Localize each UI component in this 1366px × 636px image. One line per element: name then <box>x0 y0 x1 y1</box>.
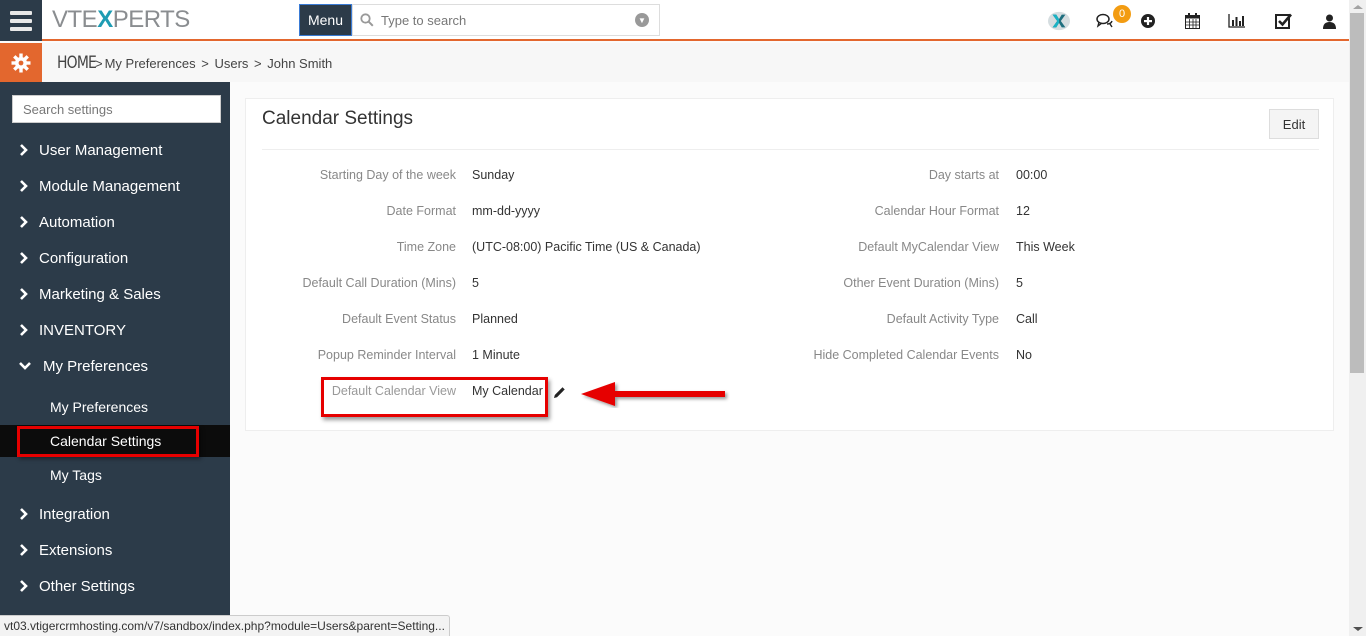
field-label-starting-day: Starting Day of the week <box>319 168 456 182</box>
vtexperts-logo[interactable]: VTEXPERTS <box>52 7 190 33</box>
chevron-right-icon <box>19 508 33 520</box>
sidebar-subitem-calendar-settings[interactable]: Calendar Settings <box>0 425 230 457</box>
sidebar-item-module-management[interactable]: Module Management <box>0 171 230 201</box>
field-label-call-duration: Default Call Duration (Mins) <box>302 276 456 290</box>
sidebar-item-extensions[interactable]: Extensions <box>0 535 230 565</box>
chevron-right-icon <box>19 144 33 156</box>
sidebar-subitem-my-tags[interactable]: My Tags <box>0 459 230 491</box>
field-value-mycalendar-view: This Week <box>1016 240 1075 254</box>
breadcrumb-item-my-preferences[interactable]: My Preferences <box>105 56 196 71</box>
field-label-event-status: Default Event Status <box>342 312 456 326</box>
breadcrumb-item-user-name: John Smith <box>267 56 333 71</box>
breadcrumb-item-users[interactable]: Users <box>214 56 248 71</box>
annotation-arrow-icon <box>580 382 730 413</box>
pencil-edit-icon[interactable] <box>553 386 565 404</box>
field-label-hide-completed: Hide Completed Calendar Events <box>813 348 999 362</box>
sidebar-item-user-management[interactable]: User Management <box>0 135 230 165</box>
chevron-right-icon <box>19 324 33 336</box>
field-value-day-starts-at: 00:00 <box>1016 168 1048 182</box>
sidebar-item-integration[interactable]: Integration <box>0 499 230 529</box>
sidebar-item-label: Configuration <box>39 249 129 267</box>
field-value-hour-format: 12 <box>1016 204 1030 218</box>
field-value-default-calendar-view[interactable]: My Calendar <box>472 384 543 398</box>
sidebar-item-inventory[interactable]: INVENTORY <box>0 315 230 345</box>
chevron-right-icon <box>19 252 33 264</box>
field-value-date-format: mm-dd-yyyy <box>472 204 541 218</box>
field-label-default-calendar-view: Default Calendar View <box>331 384 456 398</box>
sidebar-item-label: Integration <box>39 505 110 523</box>
search-dropdown-icon[interactable]: ▼ <box>635 13 649 27</box>
sidebar-item-label: Marketing & Sales <box>39 285 161 303</box>
breadcrumb-separator: > <box>250 56 266 71</box>
breadcrumb-separator: > <box>197 56 213 71</box>
settings-search-input[interactable] <box>12 95 221 123</box>
menu-button[interactable]: Menu <box>299 4 352 36</box>
chevron-down-icon <box>19 361 33 371</box>
tasks-icon[interactable] <box>1273 10 1295 32</box>
divider <box>262 149 1319 150</box>
sidebar-item-my-preferences[interactable]: My Preferences <box>0 351 230 381</box>
sidebar-item-configuration[interactable]: Configuration <box>0 243 230 273</box>
field-label-other-event-duration: Other Event Duration (Mins) <box>843 276 999 290</box>
field-label-mycalendar-view: Default MyCalendar View <box>858 240 999 254</box>
field-value-starting-day: Sunday <box>472 168 515 182</box>
chevron-right-icon <box>19 216 33 228</box>
vertical-scrollbar[interactable] <box>1349 0 1366 636</box>
chevron-right-icon <box>19 288 33 300</box>
scroll-down-arrow-icon[interactable] <box>1353 627 1363 631</box>
breadcrumb: HOME > My Preferences > Users > John Smi… <box>57 53 332 73</box>
field-value-reminder-interval: 1 Minute <box>472 348 520 362</box>
sidebar-item-label: INVENTORY <box>39 321 126 339</box>
field-value-hide-completed: No <box>1016 348 1032 362</box>
field-label-day-starts-at: Day starts at <box>928 168 999 182</box>
status-bar-url: vt03.vtigercrmhosting.com/v7/sandbox/ind… <box>0 615 450 636</box>
sidebar-item-label: Other Settings <box>39 577 135 595</box>
sidebar-item-marketing-sales[interactable]: Marketing & Sales <box>0 279 230 309</box>
add-icon[interactable] <box>1137 10 1159 32</box>
global-search-input[interactable] <box>381 12 635 28</box>
settings-sidebar: User Management Module Management Automa… <box>0 82 230 636</box>
field-value-time-zone: (UTC-08:00) Pacific Time (US & Canada) <box>472 240 701 254</box>
calendar-settings-panel: Calendar Settings Edit Starting Day of t… <box>245 98 1334 431</box>
calendar-icon[interactable] <box>1181 10 1203 32</box>
field-label-hour-format: Calendar Hour Format <box>874 204 999 218</box>
field-label-date-format: Date Format <box>386 204 456 218</box>
field-label-activity-type: Default Activity Type <box>886 312 999 326</box>
sidebar-item-label: My Preferences <box>43 357 149 375</box>
scroll-up-arrow-icon[interactable] <box>1353 5 1363 9</box>
hamburger-menu-icon[interactable] <box>0 0 42 41</box>
settings-gear-icon[interactable] <box>0 43 42 82</box>
sidebar-item-label: Module Management <box>39 177 180 195</box>
chevron-right-icon <box>19 180 33 192</box>
breadcrumb-bar: HOME > My Preferences > Users > John Smi… <box>0 43 1349 82</box>
field-value-activity-type: Call <box>1016 312 1038 326</box>
sidebar-item-automation[interactable]: Automation <box>0 207 230 237</box>
scrollbar-thumb[interactable] <box>1350 13 1364 373</box>
field-value-call-duration: 5 <box>472 276 479 290</box>
field-label-time-zone: Time Zone <box>396 240 456 254</box>
sidebar-item-label: Automation <box>39 213 115 231</box>
sidebar-subitem-my-preferences[interactable]: My Preferences <box>0 391 230 423</box>
field-label-reminder-interval: Popup Reminder Interval <box>317 348 456 362</box>
chevron-right-icon <box>19 544 33 556</box>
user-icon[interactable] <box>1318 10 1340 32</box>
vtexperts-app-icon[interactable] <box>1048 10 1070 32</box>
breadcrumb-home[interactable]: HOME <box>57 53 97 73</box>
top-navbar: VTEXPERTS Menu ▼ 0 <box>0 0 1349 41</box>
reports-icon[interactable] <box>1226 10 1248 32</box>
search-icon <box>353 13 381 27</box>
chevron-right-icon <box>19 580 33 592</box>
edit-button[interactable]: Edit <box>1269 109 1319 139</box>
sidebar-item-label: User Management <box>39 141 163 159</box>
sidebar-item-other-settings[interactable]: Other Settings <box>0 571 230 601</box>
field-value-event-status: Planned <box>472 312 518 326</box>
sidebar-item-label: Extensions <box>39 541 113 559</box>
global-search: ▼ <box>352 4 660 36</box>
notification-badge: 0 <box>1113 5 1131 23</box>
field-value-other-event-duration: 5 <box>1016 276 1023 290</box>
page-title: Calendar Settings <box>262 108 414 129</box>
